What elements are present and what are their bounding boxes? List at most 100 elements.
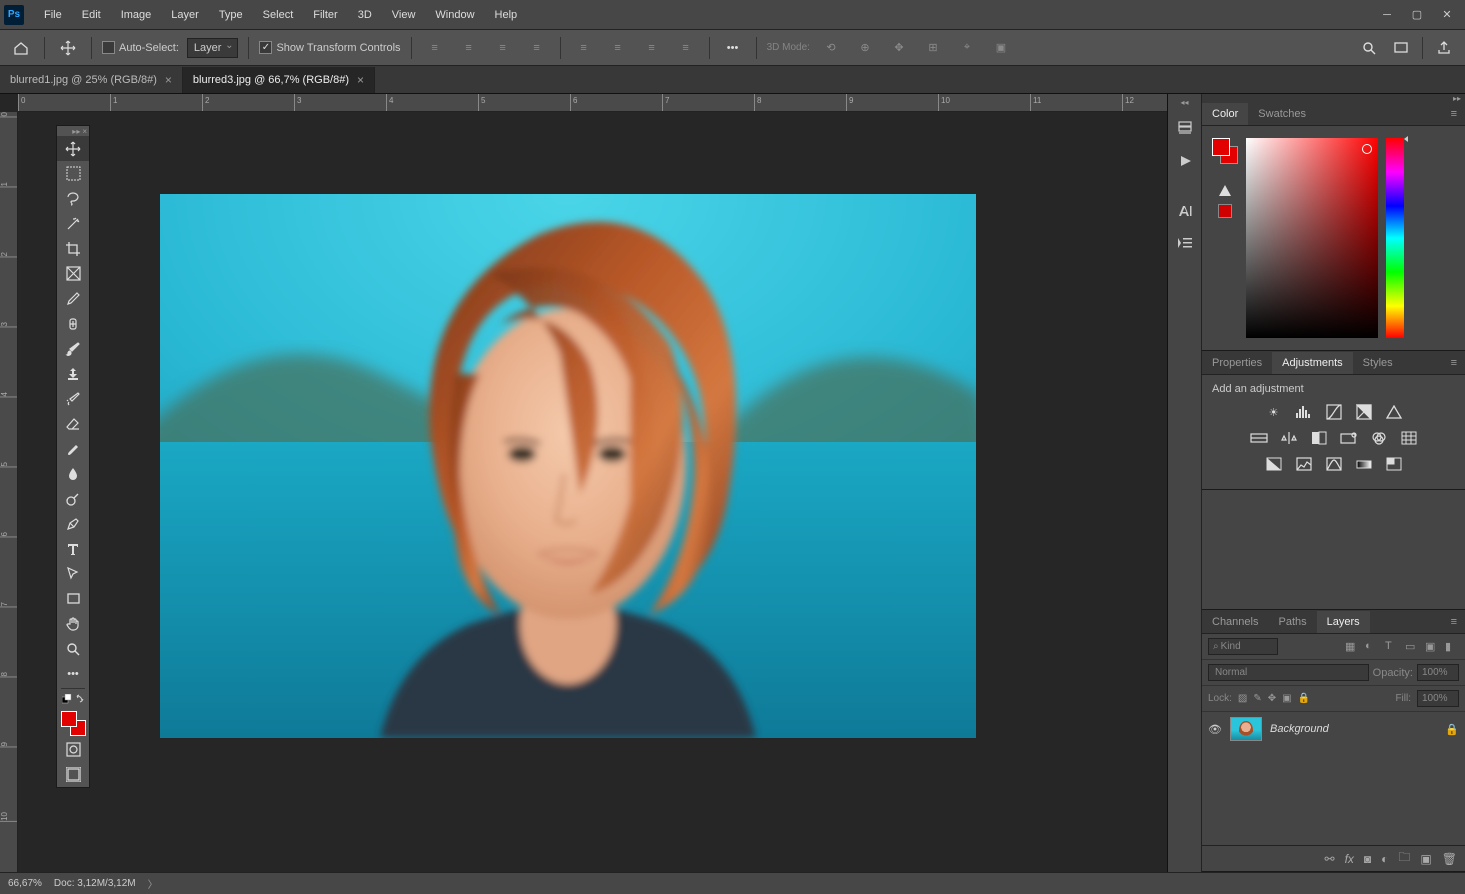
edit-toolbar[interactable]: ••• bbox=[57, 661, 89, 686]
minimize-button[interactable]: ─ bbox=[1373, 4, 1401, 26]
delete-layer-icon[interactable]: 🗑 bbox=[1442, 852, 1457, 866]
screen-mode-tool[interactable] bbox=[57, 762, 89, 787]
close-button[interactable]: ✕ bbox=[1433, 4, 1461, 26]
close-icon[interactable]: × bbox=[357, 73, 364, 87]
3d-camera-icon[interactable]: ▣ bbox=[988, 35, 1014, 61]
swap-colors-icon[interactable] bbox=[75, 694, 85, 704]
toolbox-header[interactable]: ▸▸× bbox=[57, 126, 89, 136]
menu-3d[interactable]: 3D bbox=[348, 3, 382, 27]
show-transform-checkbox[interactable]: Show Transform Controls bbox=[259, 41, 400, 54]
path-selection-tool[interactable] bbox=[57, 561, 89, 586]
collapse-icon[interactable]: ▸▸ bbox=[1453, 94, 1461, 102]
frame-tool[interactable] bbox=[57, 261, 89, 286]
filter-adjustment-icon[interactable]: ◐ bbox=[1365, 640, 1379, 654]
align-top-icon[interactable]: ≡ bbox=[571, 35, 597, 61]
marquee-tool[interactable] bbox=[57, 161, 89, 186]
quick-mask-tool[interactable] bbox=[57, 737, 89, 762]
close-icon[interactable]: × bbox=[165, 73, 172, 87]
more-options-icon[interactable]: ••• bbox=[720, 35, 746, 61]
foreground-color[interactable] bbox=[61, 711, 77, 727]
layer-mask-icon[interactable]: ◙ bbox=[1364, 852, 1371, 866]
tab-color[interactable]: Color bbox=[1202, 103, 1248, 125]
levels-icon[interactable] bbox=[1294, 403, 1314, 421]
photo-filter-icon[interactable] bbox=[1339, 429, 1359, 447]
black-white-icon[interactable] bbox=[1309, 429, 1329, 447]
clone-stamp-tool[interactable] bbox=[57, 361, 89, 386]
threshold-icon[interactable] bbox=[1324, 455, 1344, 473]
rectangle-tool[interactable] bbox=[57, 586, 89, 611]
history-panel-icon[interactable] bbox=[1171, 115, 1199, 143]
lock-pixels-icon[interactable]: ✎ bbox=[1253, 693, 1261, 704]
gamut-color-swatch[interactable] bbox=[1218, 204, 1232, 218]
tab-layers[interactable]: Layers bbox=[1317, 611, 1370, 633]
exposure-icon[interactable] bbox=[1354, 403, 1374, 421]
screenmode-icon[interactable] bbox=[1388, 35, 1414, 61]
foreground-color-swatch[interactable] bbox=[1212, 138, 1230, 156]
history-brush-tool[interactable] bbox=[57, 386, 89, 411]
share-icon[interactable] bbox=[1431, 35, 1457, 61]
menu-layer[interactable]: Layer bbox=[161, 3, 209, 27]
auto-select-target-dropdown[interactable]: Layer bbox=[187, 38, 239, 58]
pen-tool[interactable] bbox=[57, 511, 89, 536]
color-swatches[interactable] bbox=[1212, 138, 1238, 164]
panel-menu-icon[interactable]: ≡ bbox=[1443, 353, 1465, 373]
color-field[interactable] bbox=[1246, 138, 1378, 338]
vibrance-icon[interactable] bbox=[1384, 403, 1404, 421]
tab-swatches[interactable]: Swatches bbox=[1248, 103, 1316, 125]
brightness-icon[interactable]: ☀ bbox=[1264, 403, 1284, 421]
hue-sat-icon[interactable] bbox=[1249, 429, 1269, 447]
gamut-warning-icon[interactable] bbox=[1218, 184, 1232, 198]
menu-filter[interactable]: Filter bbox=[303, 3, 347, 27]
3d-orbit-icon[interactable]: ⟲ bbox=[818, 35, 844, 61]
menu-file[interactable]: File bbox=[34, 3, 72, 27]
lock-position-icon[interactable]: ✥ bbox=[1268, 693, 1276, 704]
blur-tool[interactable] bbox=[57, 461, 89, 486]
align-v-center-icon[interactable]: ≡ bbox=[605, 35, 631, 61]
selective-color-icon[interactable] bbox=[1384, 455, 1404, 473]
hand-tool[interactable] bbox=[57, 611, 89, 636]
home-icon[interactable] bbox=[8, 35, 34, 61]
eyedropper-tool[interactable] bbox=[57, 286, 89, 311]
crop-tool[interactable] bbox=[57, 236, 89, 261]
menu-edit[interactable]: Edit bbox=[72, 3, 111, 27]
menu-type[interactable]: Type bbox=[209, 3, 253, 27]
gradient-map-icon[interactable] bbox=[1354, 455, 1374, 473]
3d-slide-icon[interactable]: ⊞ bbox=[920, 35, 946, 61]
brush-tool[interactable] bbox=[57, 336, 89, 361]
lock-artboard-icon[interactable]: ▣ bbox=[1282, 693, 1291, 704]
tab-adjustments[interactable]: Adjustments bbox=[1272, 352, 1353, 374]
new-layer-icon[interactable]: ▣ bbox=[1420, 852, 1431, 866]
group-icon[interactable]: 🗀 bbox=[1398, 848, 1410, 869]
layer-fx-icon[interactable]: fx bbox=[1345, 852, 1354, 866]
tab-channels[interactable]: Channels bbox=[1202, 611, 1268, 633]
color-swatches[interactable] bbox=[57, 707, 89, 737]
channel-mixer-icon[interactable] bbox=[1369, 429, 1389, 447]
align-justify-icon[interactable]: ≡ bbox=[524, 35, 550, 61]
distribute-icon[interactable]: ≡ bbox=[673, 35, 699, 61]
default-colors-icon[interactable] bbox=[62, 694, 72, 704]
invert-icon[interactable] bbox=[1264, 455, 1284, 473]
status-menu-icon[interactable]: 〉 bbox=[148, 876, 158, 891]
fill-field[interactable]: 100% bbox=[1417, 690, 1459, 707]
align-h-center-icon[interactable]: ≡ bbox=[456, 35, 482, 61]
tab-styles[interactable]: Styles bbox=[1353, 352, 1403, 374]
collapse-icon[interactable]: ▸▸ bbox=[72, 127, 80, 136]
lock-transparency-icon[interactable]: ▨ bbox=[1238, 693, 1247, 704]
3d-roll-icon[interactable]: ⊕ bbox=[852, 35, 878, 61]
filter-type-icon[interactable]: T bbox=[1385, 640, 1399, 654]
align-bottom-icon[interactable]: ≡ bbox=[639, 35, 665, 61]
filter-toggle-icon[interactable]: ▮ bbox=[1445, 640, 1459, 654]
filter-pixel-icon[interactable]: ▦ bbox=[1345, 640, 1359, 654]
tab-paths[interactable]: Paths bbox=[1268, 611, 1316, 633]
eraser-tool[interactable] bbox=[57, 411, 89, 436]
move-tool-icon[interactable] bbox=[55, 35, 81, 61]
layer-row[interactable]: 👁 Background 🔒 bbox=[1202, 712, 1465, 746]
menu-view[interactable]: View bbox=[382, 3, 426, 27]
filter-smart-icon[interactable]: ▣ bbox=[1425, 640, 1439, 654]
posterize-icon[interactable] bbox=[1294, 455, 1314, 473]
canvas-image[interactable] bbox=[160, 194, 976, 738]
vertical-ruler[interactable]: 0123456789101112 bbox=[0, 112, 18, 872]
blend-mode-dropdown[interactable]: Normal bbox=[1208, 664, 1369, 681]
adjustment-layer-icon[interactable]: ◐ bbox=[1381, 852, 1388, 866]
link-layers-icon[interactable]: ⚯ bbox=[1325, 852, 1335, 866]
